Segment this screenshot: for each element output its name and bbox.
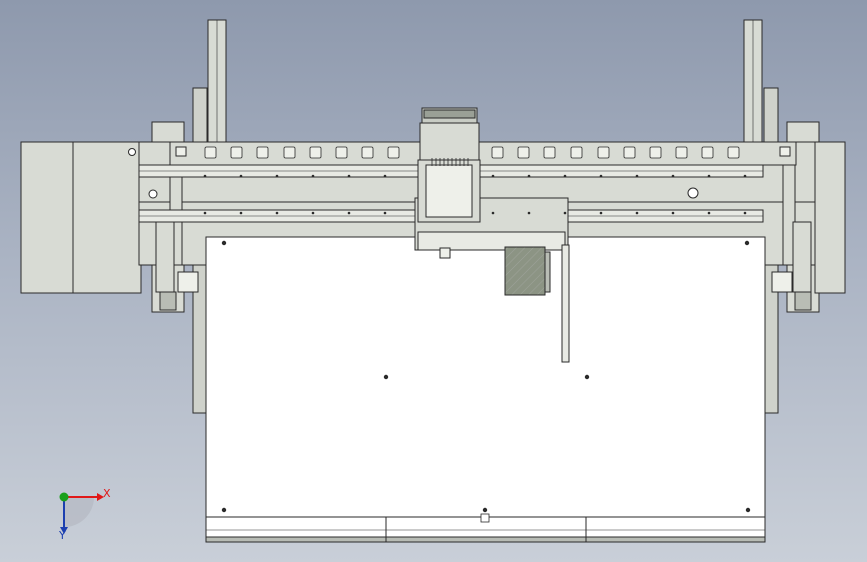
end-plate-right: [814, 141, 846, 294]
end-plate-left: [20, 141, 142, 294]
y-axis-ballscrew: [561, 244, 570, 363]
worktable: [205, 236, 766, 518]
cnc-gantry-model[interactable]: [0, 0, 867, 562]
axis-triad-icon: [59, 492, 104, 534]
axis-y-label: Y: [59, 529, 66, 542]
graphics-viewport[interactable]: X Y: [0, 0, 867, 562]
axis-x-label: X: [103, 487, 111, 500]
